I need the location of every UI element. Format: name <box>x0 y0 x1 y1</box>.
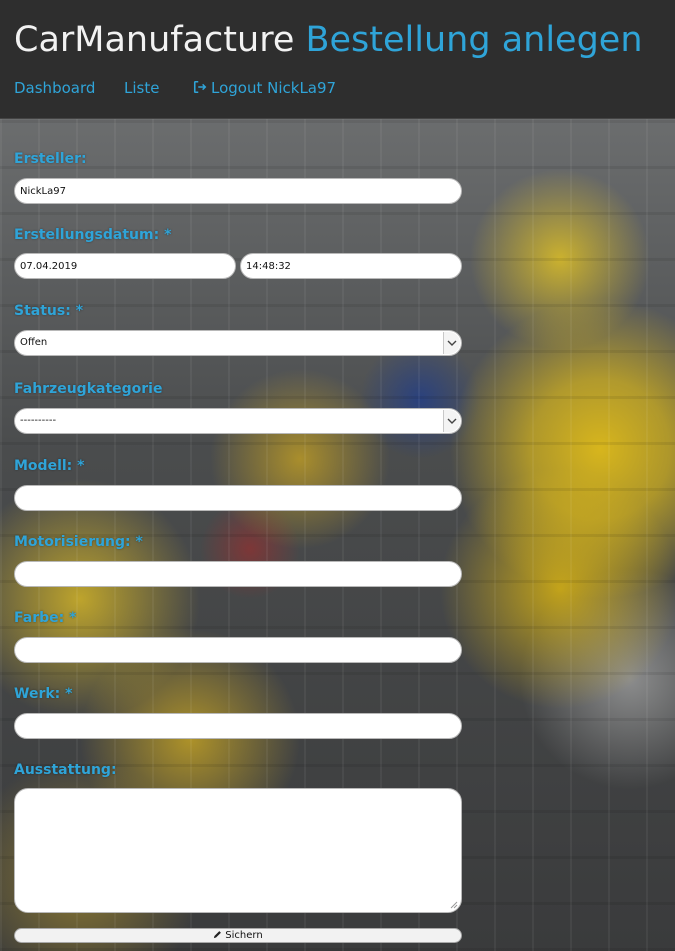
created-date-field[interactable] <box>14 253 236 279</box>
engine-label: Motorisierung: * <box>14 534 143 550</box>
status-label: Status: * <box>14 303 84 319</box>
plant-label: Werk: * <box>14 686 73 702</box>
save-button-label: Sichern <box>225 930 263 941</box>
color-field[interactable] <box>14 637 462 663</box>
category-label: Fahrzeugkategorie <box>14 381 163 397</box>
model-label: Modell: * <box>14 458 85 474</box>
plant-field[interactable] <box>14 713 462 739</box>
creator-field[interactable] <box>14 178 462 204</box>
category-selected-value: ---------- <box>20 415 57 426</box>
resize-grip-icon[interactable] <box>450 901 458 909</box>
equipment-label: Ausstattung: <box>14 762 117 778</box>
engine-field[interactable] <box>14 561 462 587</box>
category-select[interactable]: ---------- <box>14 408 462 434</box>
pencil-icon <box>214 931 222 939</box>
save-button[interactable]: Sichern <box>14 928 462 943</box>
status-select[interactable]: Offen <box>14 330 462 356</box>
status-selected-value: Offen <box>20 337 48 348</box>
model-field[interactable] <box>14 485 462 511</box>
created-date-label: Erstellungsdatum: * <box>14 227 172 243</box>
color-label: Farbe: * <box>14 610 77 626</box>
chevron-down-icon[interactable] <box>443 410 460 432</box>
order-form: Ersteller: Erstellungsdatum: * Status: *… <box>0 0 675 951</box>
equipment-textarea[interactable] <box>14 788 462 913</box>
created-time-field[interactable] <box>240 253 462 279</box>
chevron-down-icon[interactable] <box>443 332 460 354</box>
creator-label: Ersteller: <box>14 151 87 167</box>
